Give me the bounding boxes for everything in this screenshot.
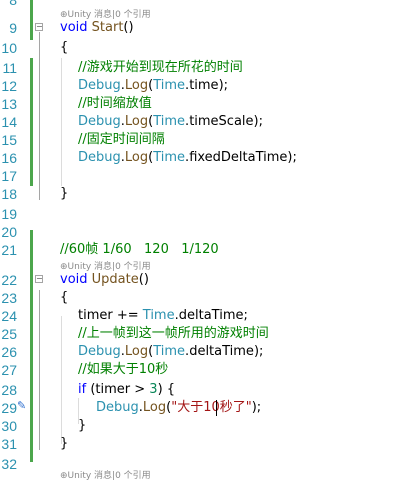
collapse-toggle-icon[interactable]: − bbox=[35, 23, 43, 31]
line-number: 13 bbox=[1, 96, 17, 112]
code-line[interactable]: //时间缩放值 bbox=[78, 94, 152, 114]
line-number: 32 bbox=[1, 456, 17, 472]
code-line[interactable]: } bbox=[60, 434, 68, 454]
code-line[interactable]: if (timer > 3) { bbox=[78, 380, 175, 400]
code-line[interactable]: //上一帧到这一帧所用的游戏时间 bbox=[78, 324, 269, 344]
line-number: 18 bbox=[1, 186, 17, 202]
line-number: 26 bbox=[1, 344, 17, 360]
line-number: 12 bbox=[1, 78, 17, 94]
line-number: 20 bbox=[1, 224, 17, 240]
line-number: 19 bbox=[1, 206, 17, 222]
code-line[interactable]: Debug.Log("大于10秒了"); bbox=[96, 398, 261, 418]
line-number: 14 bbox=[1, 114, 17, 130]
line-number: 17 bbox=[1, 168, 17, 184]
code-line[interactable]: Debug.Log(Time.fixedDeltaTime); bbox=[78, 148, 297, 168]
edit-pencil-icon: ✎ bbox=[17, 399, 27, 412]
code-line[interactable]: } bbox=[60, 184, 68, 204]
code-line[interactable]: { bbox=[60, 38, 68, 58]
line-number: 23 bbox=[1, 290, 17, 306]
line-number: 30 bbox=[1, 418, 17, 434]
line-number: 28 bbox=[1, 382, 17, 398]
code-line[interactable]: Debug.Log(Time.timeScale); bbox=[78, 112, 263, 132]
line-number: 8 bbox=[9, 0, 17, 8]
line-number: 15 bbox=[1, 132, 17, 148]
code-line[interactable]: Debug.Log(Time.time); bbox=[78, 76, 228, 96]
code-line[interactable]: void Update() bbox=[60, 270, 149, 290]
text-cursor bbox=[216, 400, 217, 416]
line-number: 22 bbox=[1, 272, 17, 288]
code-line[interactable]: //固定时间间隔 bbox=[78, 130, 165, 150]
code-line[interactable]: { bbox=[60, 288, 68, 308]
code-line[interactable]: //60帧 1/60 120 1/120 bbox=[60, 240, 219, 260]
line-number: 16 bbox=[1, 150, 17, 166]
code-editor[interactable]: ⊕Unity 消息|0 个引用 ⊕Unity 消息|0 个引用 ⊕Unity 消… bbox=[0, 0, 403, 481]
code-line[interactable]: timer += Time.deltaTime; bbox=[78, 306, 248, 326]
code-line[interactable]: Debug.Log(Time.deltaTime); bbox=[78, 342, 263, 362]
line-number: 21 bbox=[1, 242, 17, 258]
line-number: 11 bbox=[2, 60, 17, 76]
line-number: 29 bbox=[1, 400, 17, 416]
collapse-toggle-icon[interactable]: − bbox=[35, 275, 43, 283]
line-number: 24 bbox=[1, 308, 17, 324]
code-line[interactable]: //如果大于10秒 bbox=[78, 360, 168, 380]
line-number: 10 bbox=[1, 40, 17, 56]
line-number: 9 bbox=[9, 20, 17, 36]
line-number: 31 bbox=[1, 436, 17, 452]
line-number: 27 bbox=[1, 362, 17, 378]
line-number: 25 bbox=[1, 326, 17, 342]
code-line[interactable]: void Start() bbox=[60, 18, 134, 38]
code-line[interactable]: } bbox=[78, 416, 86, 436]
code-line[interactable]: //游戏开始到现在所花的时间 bbox=[78, 58, 243, 78]
